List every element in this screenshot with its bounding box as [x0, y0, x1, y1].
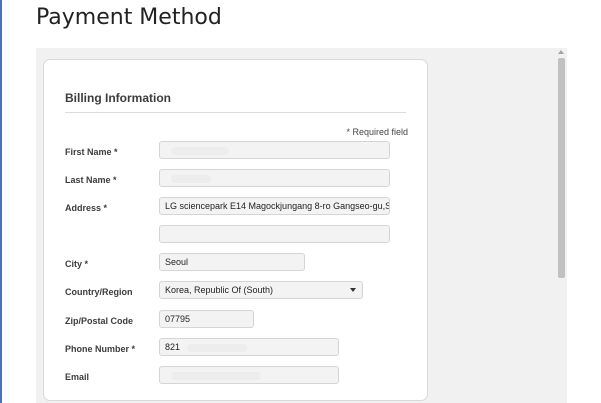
chevron-down-icon	[350, 288, 356, 292]
billing-heading: Billing Information	[65, 91, 171, 105]
city-label: City *	[65, 259, 89, 269]
phone-input[interactable]: 821	[159, 338, 339, 356]
page-title: Payment Method	[36, 5, 222, 30]
heading-divider	[65, 112, 406, 113]
phone-label: Phone Number *	[65, 344, 136, 354]
zip-label: Zip/Postal Code	[65, 316, 134, 326]
address-label: Address *	[65, 203, 108, 213]
last-name-label: Last Name *	[65, 175, 117, 185]
zip-input[interactable]: 07795	[159, 310, 254, 328]
redacted-value	[171, 174, 211, 183]
address-line1-input[interactable]: LG sciencepark E14 Magockjungang 8-ro Ga…	[159, 197, 390, 215]
first-name-input[interactable]	[159, 141, 390, 159]
scrollbar-thumb[interactable]	[558, 58, 565, 278]
redacted-value	[171, 146, 229, 155]
phone-value: 821	[165, 342, 181, 352]
country-select[interactable]: Korea, Republic Of (South)	[159, 281, 363, 299]
redacted-value	[186, 343, 247, 352]
required-field-note: * Required field	[346, 127, 408, 137]
billing-card: Billing Information * Required field Fir…	[43, 59, 428, 401]
window-edge	[0, 0, 2, 403]
first-name-label: First Name *	[65, 147, 118, 157]
email-input[interactable]	[159, 366, 339, 384]
city-input[interactable]: Seoul	[159, 253, 305, 271]
last-name-input[interactable]	[159, 169, 390, 187]
address-line2-input[interactable]	[159, 225, 390, 243]
redacted-value	[171, 371, 261, 380]
scroll-up-arrow-icon[interactable]	[558, 50, 564, 54]
country-selected-value: Korea, Republic Of (South)	[165, 285, 274, 295]
vertical-scrollbar[interactable]	[556, 48, 567, 403]
email-label: Email	[65, 372, 90, 382]
country-label: Country/Region	[65, 287, 133, 297]
content-panel: Billing Information * Required field Fir…	[36, 48, 567, 403]
